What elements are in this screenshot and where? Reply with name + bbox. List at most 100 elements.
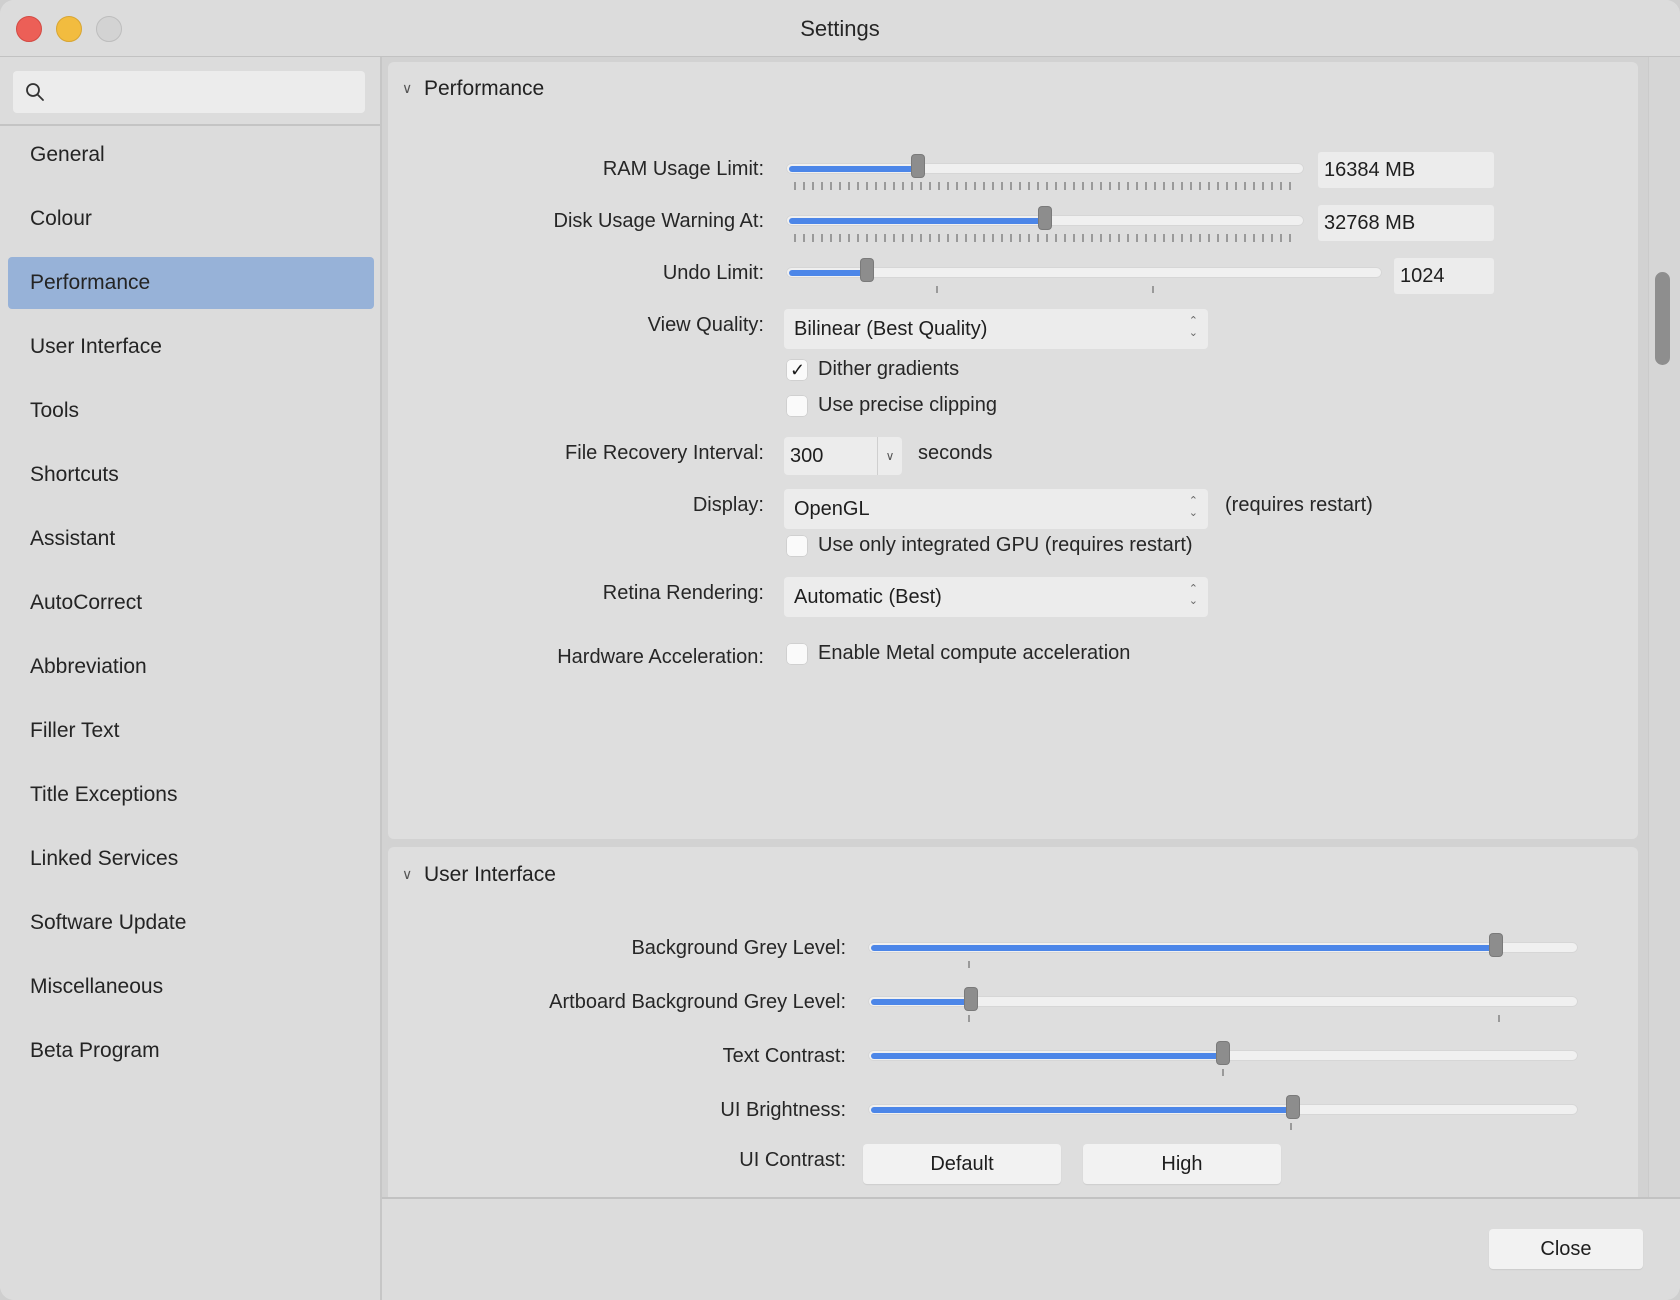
sidebar-item-autocorrect[interactable]: AutoCorrect: [8, 577, 374, 629]
ram-usage-slider[interactable]: [786, 155, 1304, 190]
sidebar: General Colour Performance User Interfac…: [0, 57, 382, 1300]
slider-thumb[interactable]: [1217, 1042, 1229, 1064]
slider-thumb[interactable]: [912, 155, 924, 177]
settings-window: Settings General Colour Performance User…: [0, 0, 1680, 1300]
sidebar-item-abbreviation[interactable]: Abbreviation: [8, 641, 374, 693]
sidebar-item-filler-text[interactable]: Filler Text: [8, 705, 374, 757]
sidebar-item-tools[interactable]: Tools: [8, 385, 374, 437]
footer: Close: [382, 1197, 1680, 1300]
slider-tick: [1222, 1069, 1224, 1076]
integrated-gpu-checkbox[interactable]: [786, 535, 808, 557]
vertical-scrollbar[interactable]: [1648, 57, 1680, 1197]
slider-fill: [871, 945, 1496, 951]
slider-fill: [871, 999, 971, 1005]
undo-limit-label: Undo Limit:: [662, 262, 764, 284]
slider-thumb[interactable]: [1287, 1096, 1299, 1118]
sidebar-nav: General Colour Performance User Interfac…: [8, 129, 374, 1089]
slider-tick: [1498, 1015, 1500, 1022]
checkmark-icon: ✓: [790, 360, 806, 380]
slider-tick: [936, 286, 938, 293]
undo-limit-slider[interactable]: [786, 259, 1382, 293]
disk-warning-slider[interactable]: [786, 207, 1304, 242]
background-grey-slider[interactable]: [868, 934, 1578, 968]
dither-gradients-checkbox[interactable]: ✓: [786, 359, 808, 381]
view-quality-value: Bilinear (Best Quality): [794, 318, 988, 340]
metal-acceleration-checkbox[interactable]: [786, 643, 808, 665]
disk-warning-field[interactable]: 32768 MB: [1318, 205, 1494, 241]
text-contrast-slider[interactable]: [868, 1042, 1578, 1076]
sidebar-item-assistant[interactable]: Assistant: [8, 513, 374, 565]
slider-fill: [789, 270, 867, 276]
view-quality-select[interactable]: Bilinear (Best Quality) ⌃ ⌄: [784, 309, 1208, 349]
updown-arrows-icon: ⌃ ⌄: [1188, 495, 1198, 519]
slider-tick: [968, 1015, 970, 1022]
ram-usage-label: RAM Usage Limit:: [602, 158, 764, 180]
file-recovery-value: 300: [790, 445, 824, 467]
chevron-down-icon: ∨: [402, 80, 413, 96]
user-interface-heading: User Interface: [424, 863, 556, 886]
sidebar-item-user-interface[interactable]: User Interface: [8, 321, 374, 373]
performance-section-header[interactable]: ∨ Performance: [402, 77, 544, 101]
slider-thumb[interactable]: [965, 988, 977, 1010]
ram-usage-field[interactable]: 16384 MB: [1318, 152, 1494, 188]
ui-brightness-slider[interactable]: [868, 1096, 1578, 1130]
settings-content: ∨ Performance RAM Usage Limit: 16384 MB D…: [382, 57, 1666, 1197]
slider-thumb[interactable]: [1490, 934, 1502, 956]
sidebar-item-linked-services[interactable]: Linked Services: [8, 833, 374, 885]
slider-fill: [871, 1107, 1293, 1113]
title-bar: Settings: [0, 0, 1680, 57]
updown-arrows-icon: ⌃ ⌄: [1188, 583, 1198, 607]
background-grey-label: Background Grey Level:: [631, 937, 846, 959]
slider-fill: [789, 218, 1045, 224]
slider-fill: [789, 166, 918, 172]
sidebar-item-software-update[interactable]: Software Update: [8, 897, 374, 949]
slider-thumb[interactable]: [861, 259, 873, 281]
performance-panel: ∨ Performance RAM Usage Limit: 16384 MB D…: [388, 62, 1638, 839]
sidebar-item-colour[interactable]: Colour: [8, 193, 374, 245]
sidebar-item-title-exceptions[interactable]: Title Exceptions: [8, 769, 374, 821]
undo-limit-field[interactable]: 1024: [1394, 258, 1494, 294]
scrollbar-thumb[interactable]: [1655, 272, 1670, 365]
slider-ticks: [794, 182, 1298, 190]
retina-rendering-select[interactable]: Automatic (Best) ⌃ ⌄: [784, 577, 1208, 617]
hardware-acceleration-label: Hardware Acceleration:: [557, 646, 764, 668]
sidebar-item-shortcuts[interactable]: Shortcuts: [8, 449, 374, 501]
disk-warning-label: Disk Usage Warning At:: [553, 210, 764, 232]
file-recovery-combo[interactable]: 300 ∨: [784, 437, 902, 475]
user-interface-section-header[interactable]: ∨ User Interface: [402, 863, 556, 887]
search-icon: [26, 83, 44, 101]
performance-heading: Performance: [424, 77, 545, 100]
precise-clipping-checkbox[interactable]: [786, 395, 808, 417]
text-contrast-label: Text Contrast:: [722, 1045, 846, 1067]
sidebar-item-performance[interactable]: Performance: [8, 257, 374, 309]
view-quality-label: View Quality:: [647, 314, 764, 336]
slider-fill: [871, 1053, 1223, 1059]
slider-ticks: [794, 234, 1298, 242]
artboard-grey-slider[interactable]: [868, 988, 1578, 1022]
sidebar-item-general[interactable]: General: [8, 129, 374, 181]
sidebar-item-miscellaneous[interactable]: Miscellaneous: [8, 961, 374, 1013]
updown-arrows-icon: ⌃ ⌄: [1188, 315, 1198, 339]
slider-thumb[interactable]: [1039, 207, 1051, 229]
display-restart-note: (requires restart): [1225, 494, 1373, 516]
retina-rendering-label: Retina Rendering:: [602, 582, 764, 604]
ui-brightness-label: UI Brightness:: [720, 1099, 846, 1121]
window-title: Settings: [800, 16, 880, 41]
dither-gradients-label: Dither gradients: [818, 358, 960, 380]
ui-contrast-default-button[interactable]: Default: [863, 1144, 1061, 1184]
sidebar-item-beta-program[interactable]: Beta Program: [8, 1025, 374, 1077]
chevron-down-icon: ∨: [402, 866, 413, 882]
integrated-gpu-label: Use only integrated GPU (requires restar…: [818, 534, 1193, 556]
artboard-grey-label: Artboard Background Grey Level:: [549, 991, 846, 1013]
slider-tick: [1152, 286, 1154, 293]
metal-acceleration-label: Enable Metal compute acceleration: [818, 642, 1131, 664]
search-field[interactable]: [13, 71, 365, 113]
precise-clipping-label: Use precise clipping: [818, 394, 997, 416]
file-recovery-label: File Recovery Interval:: [565, 442, 764, 464]
ui-contrast-high-button[interactable]: High: [1083, 1144, 1281, 1184]
display-label: Display:: [692, 494, 764, 516]
display-select[interactable]: OpenGL ⌃ ⌄: [784, 489, 1208, 529]
chevron-down-icon[interactable]: ∨: [877, 437, 902, 475]
user-interface-panel: ∨ User Interface Background Grey Level: A…: [388, 847, 1638, 1197]
close-button[interactable]: Close: [1489, 1229, 1643, 1269]
